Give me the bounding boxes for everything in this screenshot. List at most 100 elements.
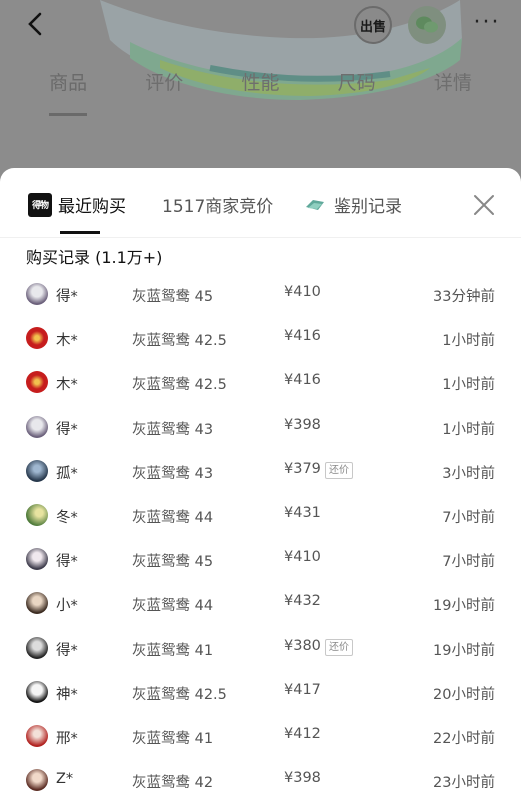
purchase-record-row: 冬* 灰蓝鸳鸯 44 ¥431 7小时前 bbox=[12, 495, 509, 539]
product-variant: 灰蓝鸳鸯 42.5 bbox=[132, 333, 227, 350]
purchase-record-row: 神* 灰蓝鸳鸯 42.5 ¥417 20小时前 bbox=[12, 672, 509, 716]
tab-authentication-label: 鉴别记录 bbox=[334, 197, 402, 217]
avatar bbox=[26, 548, 48, 571]
tab-performance[interactable]: 性能 bbox=[241, 62, 279, 102]
product-variant: 灰蓝鸳鸯 41 bbox=[132, 731, 214, 747]
product-variant: 灰蓝鸳鸯 42.5 bbox=[132, 377, 227, 394]
purchase-price: ¥398 bbox=[284, 416, 321, 433]
purchase-time: 19小时前 bbox=[433, 598, 495, 615]
avatar bbox=[26, 283, 48, 305]
purchase-record-row: 得* 灰蓝鸳鸯 43 ¥398 1小时前 bbox=[12, 407, 509, 451]
list-title: 购买记录 (1.1万+) bbox=[26, 248, 163, 267]
sell-label: 出售 bbox=[359, 19, 386, 35]
purchase-time: 3小时前 bbox=[442, 465, 495, 482]
avatar bbox=[26, 592, 48, 615]
buyer-name: 得* bbox=[56, 642, 78, 659]
purchase-price: ¥431 bbox=[284, 505, 321, 521]
purchase-record-row: 得* 灰蓝鸳鸯 41 ¥380 还价 19小时前 bbox=[12, 628, 509, 672]
purchase-price: ¥410 bbox=[284, 284, 321, 300]
avatar bbox=[26, 680, 48, 703]
page-tabs: 商品 评价 性能 尺码 详情 bbox=[0, 62, 521, 116]
close-icon[interactable] bbox=[473, 194, 495, 216]
product-variant: 灰蓝鸳鸯 44 bbox=[132, 510, 214, 526]
buyer-name: Z* bbox=[56, 771, 74, 788]
product-variant: 灰蓝鸳鸯 44 bbox=[132, 598, 214, 615]
tab-recent-purchases-label: 最近购买 bbox=[58, 197, 126, 217]
product-variant: 灰蓝鸳鸯 43 bbox=[132, 465, 214, 482]
buyer-name: 邢* bbox=[56, 731, 78, 747]
dewu-logo-icon: 得物 bbox=[28, 192, 52, 217]
buyer-name: 小* bbox=[56, 598, 78, 615]
authentication-icon bbox=[306, 199, 324, 210]
buyer-name: 得* bbox=[56, 554, 78, 571]
purchase-price: ¥410 bbox=[284, 549, 321, 566]
purchase-time: 1小时前 bbox=[442, 333, 495, 350]
buyer-name: 得* bbox=[56, 289, 78, 305]
purchase-time: 19小时前 bbox=[433, 642, 495, 659]
tab-reviews[interactable]: 评价 bbox=[145, 62, 183, 102]
purchase-price: ¥379 bbox=[284, 460, 321, 477]
sheet-tab-bar: 得物 最近购买 1517商家竞价 鉴别记录 bbox=[0, 168, 521, 238]
bargain-tag: 还价 bbox=[325, 461, 353, 479]
avatar bbox=[26, 504, 48, 526]
buyer-name: 孤* bbox=[56, 465, 78, 482]
purchase-price: ¥416 bbox=[284, 328, 321, 345]
purchase-time: 22小时前 bbox=[433, 731, 495, 747]
purchase-list: 购买记录 (1.1万+) 得* 灰蓝鸳鸯 45 ¥410 33分钟前木* 灰蓝鸳鸯 42… bbox=[12, 240, 509, 800]
buyer-name: 得* bbox=[56, 421, 78, 438]
purchase-record-row: 得* 灰蓝鸳鸯 45 ¥410 33分钟前 bbox=[12, 274, 509, 318]
buyer-name: 木* bbox=[56, 333, 78, 350]
buyer-name: 冬* bbox=[56, 510, 78, 526]
bargain-tag: 还价 bbox=[325, 638, 353, 656]
purchase-price: ¥380 bbox=[284, 637, 321, 654]
wechat-share-button[interactable] bbox=[408, 6, 446, 44]
purchase-time: 1小时前 bbox=[442, 377, 495, 394]
tab-product[interactable]: 商品 bbox=[49, 62, 88, 116]
product-page-background: 出售 ··· 商品 评价 性能 尺码 详情 bbox=[0, 0, 521, 190]
purchase-record-row: 木* 灰蓝鸳鸯 42.5 ¥416 1小时前 bbox=[12, 318, 509, 362]
purchase-price: ¥416 bbox=[284, 372, 321, 389]
avatar bbox=[26, 415, 48, 438]
avatar bbox=[26, 327, 48, 350]
more-icon: ··· bbox=[473, 10, 501, 35]
product-variant: 灰蓝鸳鸯 42.5 bbox=[132, 686, 227, 703]
purchase-time: 1小时前 bbox=[442, 421, 495, 438]
purchase-time: 33分钟前 bbox=[433, 289, 495, 305]
chevron-left-icon[interactable] bbox=[22, 10, 52, 40]
tab-merchant-bids[interactable]: 1517商家竞价 bbox=[162, 192, 273, 217]
purchase-record-row: 邢* 灰蓝鸳鸯 41 ¥412 22小时前 bbox=[12, 716, 509, 760]
buyer-name: 神* bbox=[56, 686, 78, 703]
purchase-record-row: Z* 灰蓝鸳鸯 42 ¥398 23小时前 bbox=[12, 760, 509, 800]
tab-size[interactable]: 尺码 bbox=[338, 62, 376, 102]
product-variant: 灰蓝鸳鸯 43 bbox=[132, 421, 214, 438]
purchase-price: ¥417 bbox=[284, 681, 321, 698]
more-menu-button[interactable]: ··· bbox=[470, 6, 504, 40]
purchase-record-row: 得* 灰蓝鸳鸯 45 ¥410 7小时前 bbox=[12, 539, 509, 583]
tab-merchant-bids-label: 1517商家竞价 bbox=[162, 197, 274, 217]
purchase-price: ¥398 bbox=[284, 770, 321, 787]
purchase-time: 7小时前 bbox=[442, 554, 495, 571]
tab-details[interactable]: 详情 bbox=[434, 62, 472, 102]
purchase-time: 7小时前 bbox=[442, 510, 495, 526]
sell-button[interactable]: 出售 bbox=[354, 6, 392, 44]
purchase-record-row: 小* 灰蓝鸳鸯 44 ¥432 19小时前 bbox=[12, 583, 509, 627]
purchase-price: ¥432 bbox=[284, 593, 321, 610]
avatar bbox=[26, 371, 48, 394]
tab-recent-purchases[interactable]: 得物 最近购买 bbox=[28, 192, 126, 217]
buyer-name: 木* bbox=[56, 377, 78, 394]
tab-authentication-records[interactable]: 鉴别记录 bbox=[304, 192, 402, 217]
purchase-record-row: 木* 灰蓝鸳鸯 42.5 ¥416 1小时前 bbox=[12, 362, 509, 406]
purchase-record-row: 孤* 灰蓝鸳鸯 43 ¥379 还价 3小时前 bbox=[12, 451, 509, 495]
product-variant: 灰蓝鸳鸯 45 bbox=[132, 289, 214, 305]
product-variant: 灰蓝鸳鸯 41 bbox=[132, 642, 214, 659]
avatar bbox=[26, 725, 48, 747]
purchase-time: 20小时前 bbox=[433, 686, 495, 703]
purchase-time: 23小时前 bbox=[433, 775, 495, 792]
active-tab-indicator bbox=[60, 231, 100, 234]
purchase-records-sheet: 得物 最近购买 1517商家竞价 鉴别记录 购买记录 (1.1万+) 得* 灰蓝鸳… bbox=[0, 168, 521, 800]
avatar bbox=[26, 459, 48, 482]
product-variant: 灰蓝鸳鸯 42 bbox=[132, 775, 214, 792]
avatar bbox=[26, 769, 48, 792]
product-variant: 灰蓝鸳鸯 45 bbox=[132, 554, 214, 571]
purchase-price: ¥412 bbox=[284, 726, 321, 742]
